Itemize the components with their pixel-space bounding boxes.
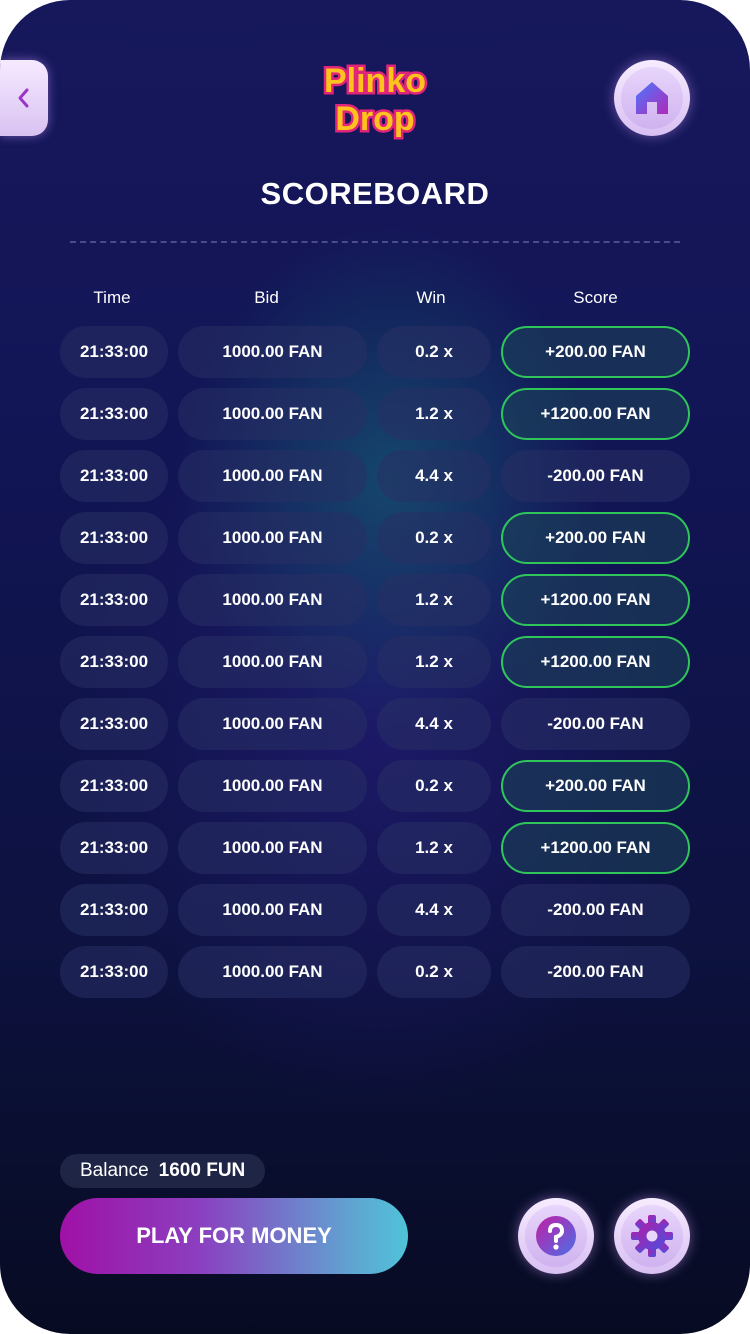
win-multiplier-cell: 4.4 x xyxy=(377,450,491,502)
balance-value: 1600 FUN xyxy=(158,1160,246,1181)
logo-line1: Plinko xyxy=(324,62,426,100)
bid-cell: 1000.00 FAN xyxy=(178,326,367,378)
table-row: 21:33:00 1000.00 FAN 0.2 x +200.00 FAN xyxy=(0,760,750,812)
table-row: 21:33:00 1000.00 FAN 0.2 x +200.00 FAN xyxy=(0,326,750,378)
bid-cell: 1000.00 FAN xyxy=(178,884,367,936)
win-multiplier-cell: 0.2 x xyxy=(377,326,491,378)
time-cell: 21:33:00 xyxy=(60,698,168,750)
score-cell: -200.00 FAN xyxy=(501,884,690,936)
plinko-drop-logo: Plinko Drop xyxy=(321,60,428,141)
win-multiplier-cell: 0.2 x xyxy=(377,512,491,564)
bid-cell: 1000.00 FAN xyxy=(178,388,367,440)
bid-cell: 1000.00 FAN xyxy=(178,822,367,874)
score-cell: -200.00 FAN xyxy=(501,698,690,750)
gear-icon xyxy=(631,1215,673,1257)
home-button[interactable] xyxy=(614,60,690,136)
table-row: 21:33:00 1000.00 FAN 4.4 x -200.00 FAN xyxy=(0,698,750,750)
scoreboard-screen: Plinko Drop SCOREBOARD Time Bid Win Scor… xyxy=(0,0,750,1334)
win-multiplier-cell: 4.4 x xyxy=(377,884,491,936)
column-header-bid: Bid xyxy=(254,288,279,307)
win-multiplier-cell: 1.2 x xyxy=(377,388,491,440)
win-multiplier-cell: 0.2 x xyxy=(377,760,491,812)
win-multiplier-cell: 0.2 x xyxy=(377,946,491,998)
settings-button[interactable] xyxy=(614,1198,690,1274)
time-cell: 21:33:00 xyxy=(60,636,168,688)
table-row: 21:33:00 1000.00 FAN 0.2 x +200.00 FAN xyxy=(0,512,750,564)
time-cell: 21:33:00 xyxy=(60,388,168,440)
divider xyxy=(70,241,680,243)
score-cell: +1200.00 FAN xyxy=(501,822,690,874)
table-row: 21:33:00 1000.00 FAN 4.4 x -200.00 FAN xyxy=(0,450,750,502)
table-row: 21:33:00 1000.00 FAN 1.2 x +1200.00 FAN xyxy=(0,388,750,440)
table-row: 21:33:00 1000.00 FAN 0.2 x -200.00 FAN xyxy=(0,946,750,998)
help-button[interactable] xyxy=(518,1198,594,1274)
score-cell: +200.00 FAN xyxy=(501,512,690,564)
column-header-win: Win xyxy=(416,288,446,307)
score-cell: +1200.00 FAN xyxy=(501,636,690,688)
time-cell: 21:33:00 xyxy=(60,574,168,626)
bid-cell: 1000.00 FAN xyxy=(178,512,367,564)
score-cell: +1200.00 FAN xyxy=(501,574,690,626)
bid-cell: 1000.00 FAN xyxy=(178,946,367,998)
time-cell: 21:33:00 xyxy=(60,946,168,998)
play-for-money-button[interactable]: PLAY FOR MONEY xyxy=(60,1198,408,1274)
table-row: 21:33:00 1000.00 FAN 1.2 x +1200.00 FAN xyxy=(0,574,750,626)
table-row: 21:33:00 1000.00 FAN 1.2 x +1200.00 FAN xyxy=(0,822,750,874)
time-cell: 21:33:00 xyxy=(60,450,168,502)
page-title: SCOREBOARD xyxy=(260,176,490,211)
bid-cell: 1000.00 FAN xyxy=(178,698,367,750)
back-button[interactable] xyxy=(0,60,48,136)
score-cell: +1200.00 FAN xyxy=(501,388,690,440)
score-cell: -200.00 FAN xyxy=(501,450,690,502)
column-header-score: Score xyxy=(573,288,618,307)
win-multiplier-cell: 1.2 x xyxy=(377,574,491,626)
win-multiplier-cell: 1.2 x xyxy=(377,636,491,688)
win-multiplier-cell: 4.4 x xyxy=(377,698,491,750)
time-cell: 21:33:00 xyxy=(60,326,168,378)
time-cell: 21:33:00 xyxy=(60,822,168,874)
chevron-left-icon xyxy=(18,88,29,108)
logo-line2: Drop xyxy=(335,100,414,138)
bid-cell: 1000.00 FAN xyxy=(178,760,367,812)
home-icon xyxy=(636,82,668,114)
bid-cell: 1000.00 FAN xyxy=(178,574,367,626)
bid-cell: 1000.00 FAN xyxy=(178,450,367,502)
time-cell: 21:33:00 xyxy=(60,760,168,812)
time-cell: 21:33:00 xyxy=(60,884,168,936)
table-row: 21:33:00 1000.00 FAN 1.2 x +1200.00 FAN xyxy=(0,636,750,688)
score-cell: +200.00 FAN xyxy=(501,760,690,812)
time-cell: 21:33:00 xyxy=(60,512,168,564)
balance-pill: Balance 1600 FUN xyxy=(60,1154,266,1188)
bid-cell: 1000.00 FAN xyxy=(178,636,367,688)
column-header-time: Time xyxy=(93,288,131,307)
balance-label: Balance xyxy=(80,1160,149,1181)
score-cell: +200.00 FAN xyxy=(501,326,690,378)
table-row: 21:33:00 1000.00 FAN 4.4 x -200.00 FAN xyxy=(0,884,750,936)
question-icon xyxy=(536,1216,576,1256)
win-multiplier-cell: 1.2 x xyxy=(377,822,491,874)
score-cell: -200.00 FAN xyxy=(501,946,690,998)
